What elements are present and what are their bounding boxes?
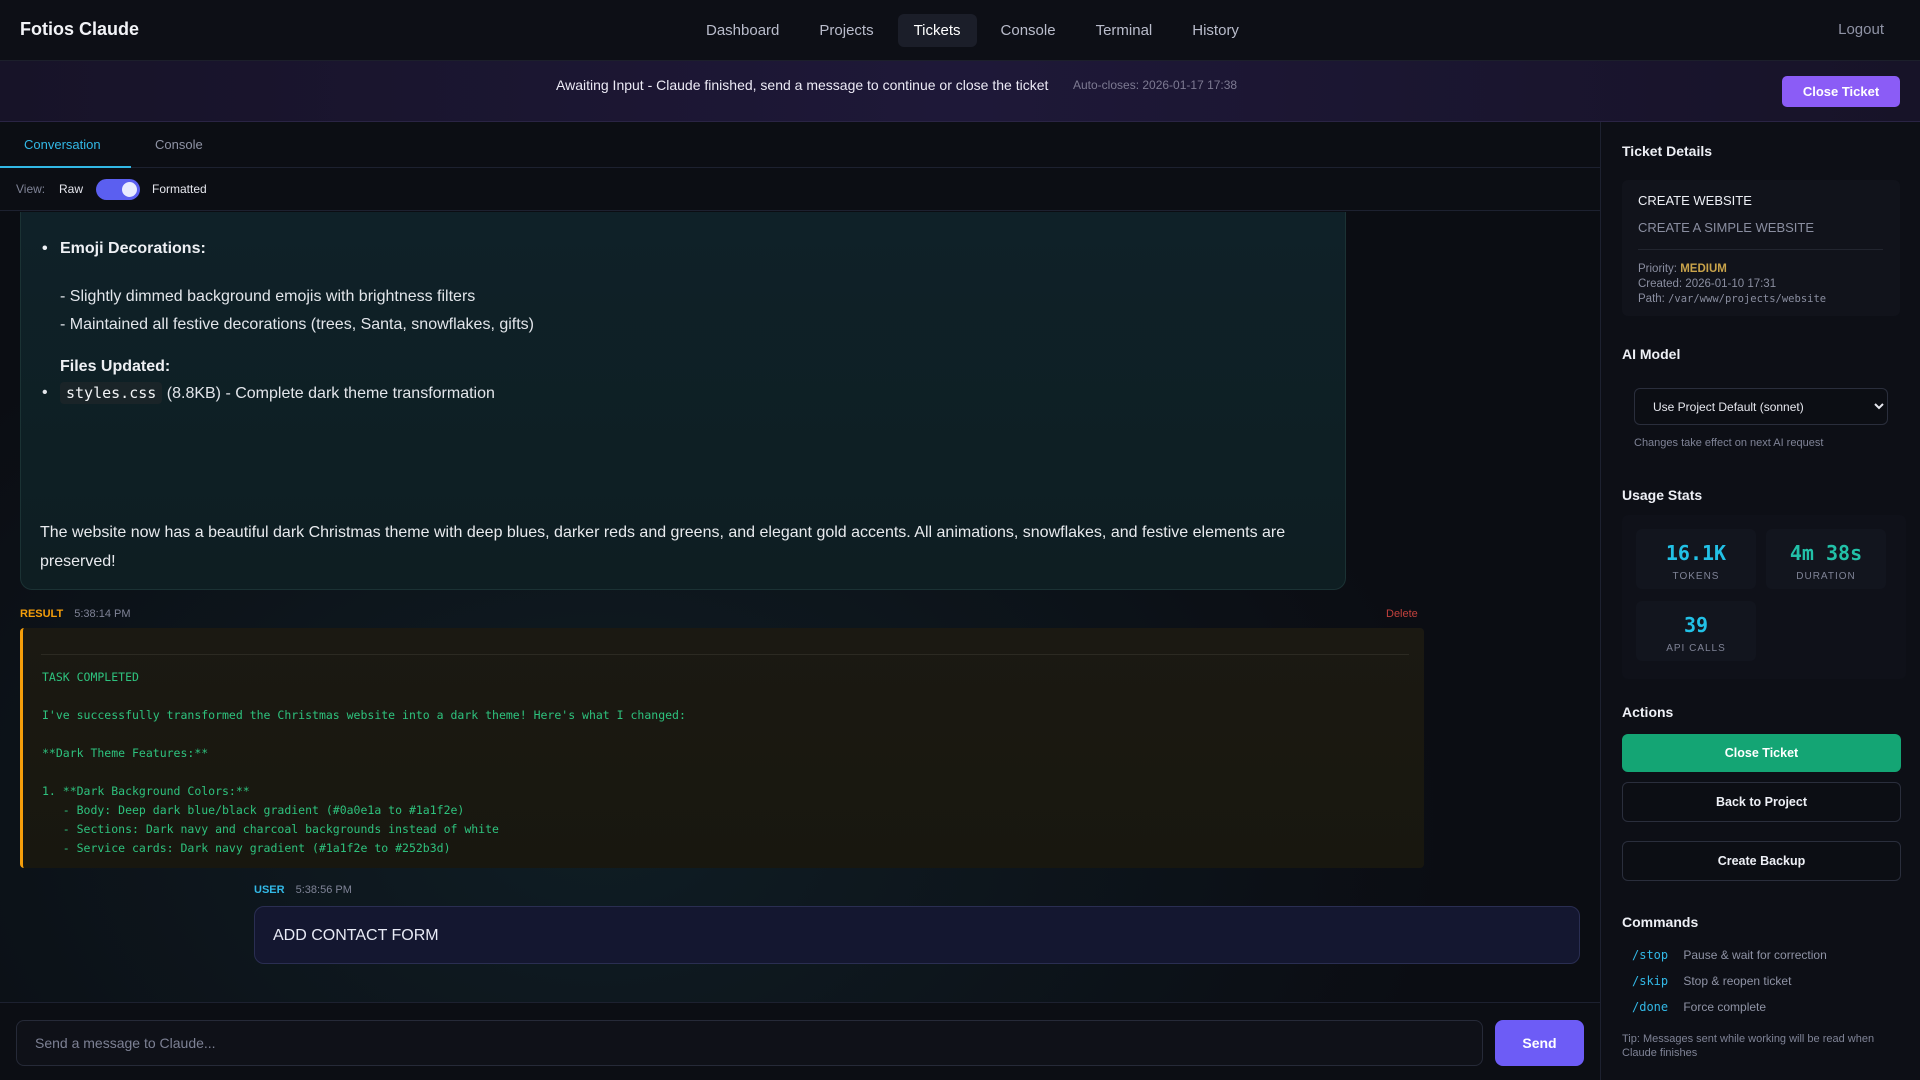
ai-model-select[interactable]: Use Project Default (sonnet) [1634,388,1888,425]
stat-label: API CALLS [1666,643,1726,654]
user-meta: USER 5:38:56 PM [254,884,352,896]
message-input[interactable] [16,1020,1483,1066]
command-done: /done Force complete [1632,1000,1766,1014]
command-key: /skip [1632,974,1669,988]
details-divider [1638,249,1883,250]
stat-value: 4m 38s [1789,541,1863,565]
files-heading: Files Updated: [60,358,171,375]
path-label: Path: [1638,293,1665,305]
nav-projects[interactable]: Projects [803,14,889,47]
ticket-subtitle: CREATE A SIMPLE WEBSITE [1638,220,1815,235]
nav-tickets[interactable]: Tickets [897,14,977,47]
model-note: Changes take effect on next AI request [1634,437,1824,449]
result-body: TASK COMPLETED I've successfully transfo… [42,670,686,855]
stat-duration: 4m 38s DURATION [1766,529,1886,589]
ticket-created: Created: 2026-01-10 17:31 [1638,278,1777,290]
command-desc: Force complete [1683,1000,1767,1014]
view-raw-label[interactable]: Raw [59,182,83,196]
result-delete-link[interactable]: Delete [1386,608,1418,620]
toggle-knob [122,182,137,197]
nav-dashboard[interactable]: Dashboard [690,14,795,47]
file-item: styles.css (8.8KB) - Complete dark theme… [42,382,495,404]
assistant-line: - Maintained all festive decorations (tr… [60,316,534,333]
status-banner: Awaiting Input - Claude finished, send a… [0,61,1920,122]
tab-console[interactable]: Console [155,137,203,152]
assistant-summary: The website now has a beautiful dark Chr… [40,524,1286,570]
nav-links: Dashboard Projects Tickets Console Termi… [690,0,1255,61]
priority-label: Priority: [1638,263,1677,275]
panel-tabs: Conversation Console [0,122,1600,168]
result-tag: RESULT [20,608,64,620]
view-formatted-label[interactable]: Formatted [152,182,207,196]
result-timestamp: 5:38:14 PM [74,608,131,620]
assistant-message: Emoji Decorations: - Slightly dimmed bac… [20,212,1346,590]
user-message: ADD CONTACT FORM [254,906,1580,964]
brand-logo[interactable]: Fotios Claude [20,19,139,40]
message-composer: Send [0,1002,1600,1080]
file-description: (8.8KB) - Complete dark theme transforma… [166,385,495,402]
usage-stats-heading: Usage Stats [1622,487,1703,503]
logout-link[interactable]: Logout [1838,21,1884,38]
create-backup-button[interactable]: Create Backup [1622,841,1901,881]
user-tag: USER [254,884,285,896]
command-desc: Stop & reopen ticket [1683,974,1792,988]
commands-heading: Commands [1622,914,1699,930]
ticket-path: Path: /var/www/projects/website [1638,293,1826,305]
view-label: View: [16,182,46,196]
auto-close-time: Auto-closes: 2026-01-17 17:38 [1073,78,1238,92]
nav-console[interactable]: Console [985,14,1072,47]
nav-terminal[interactable]: Terminal [1080,14,1169,47]
result-divider [41,654,1409,655]
user-message-text: ADD CONTACT FORM [273,927,439,944]
close-ticket-button[interactable]: Close Ticket [1622,734,1901,772]
view-toggle-bar: View: Raw Formatted [0,168,1600,211]
tab-conversation[interactable]: Conversation [24,137,101,152]
ticket-details-card: CREATE WEBSITE CREATE A SIMPLE WEBSITE P… [1622,180,1900,316]
path-value: /var/www/projects/website [1668,293,1827,305]
view-format-toggle[interactable] [96,179,140,200]
banner-close-ticket-button[interactable]: Close Ticket [1782,76,1900,107]
actions-heading: Actions [1622,704,1674,720]
emoji-heading: Emoji Decorations: [42,240,206,258]
assistant-line: - Slightly dimmed background emojis with… [60,288,476,305]
ticket-details-heading: Ticket Details [1622,143,1713,159]
command-stop: /stop Pause & wait for correction [1632,948,1827,962]
ticket-priority: Priority: MEDIUM [1638,263,1727,275]
user-timestamp: 5:38:56 PM [295,884,352,896]
status-message: Awaiting Input - Claude finished, send a… [556,77,1049,93]
stat-label: TOKENS [1672,571,1720,582]
tip-text: Tip: Messages sent while working will be… [1622,1033,1875,1059]
result-meta: RESULT 5:38:14 PM [20,608,131,620]
send-button[interactable]: Send [1495,1020,1584,1066]
usage-stats-card: 16.1K TOKENS 4m 38s DURATION 39 API CALL… [1622,515,1906,679]
ai-model-heading: AI Model [1622,346,1681,362]
stat-value: 39 [1683,613,1709,637]
top-navbar: Fotios Claude Dashboard Projects Tickets… [0,0,1920,61]
ticket-sidebar: Ticket Details CREATE WEBSITE CREATE A S… [1600,122,1920,1080]
result-message: TASK COMPLETED I've successfully transfo… [20,628,1424,868]
ticket-title: CREATE WEBSITE [1638,193,1752,208]
command-key: /done [1632,1000,1669,1014]
conversation-panel: Conversation Console View: Raw Formatted… [0,122,1600,1080]
stat-value: 16.1K [1665,541,1727,565]
file-name-code: styles.css [60,382,163,404]
stat-tokens: 16.1K TOKENS [1636,529,1756,589]
priority-value: MEDIUM [1680,263,1727,275]
command-desc: Pause & wait for correction [1683,948,1827,962]
command-key: /stop [1632,948,1669,962]
nav-history[interactable]: History [1176,14,1255,47]
back-to-project-button[interactable]: Back to Project [1622,782,1901,822]
stat-label: DURATION [1796,571,1856,582]
stat-api-calls: 39 API CALLS [1636,601,1756,661]
command-skip: /skip Stop & reopen ticket [1632,974,1791,988]
